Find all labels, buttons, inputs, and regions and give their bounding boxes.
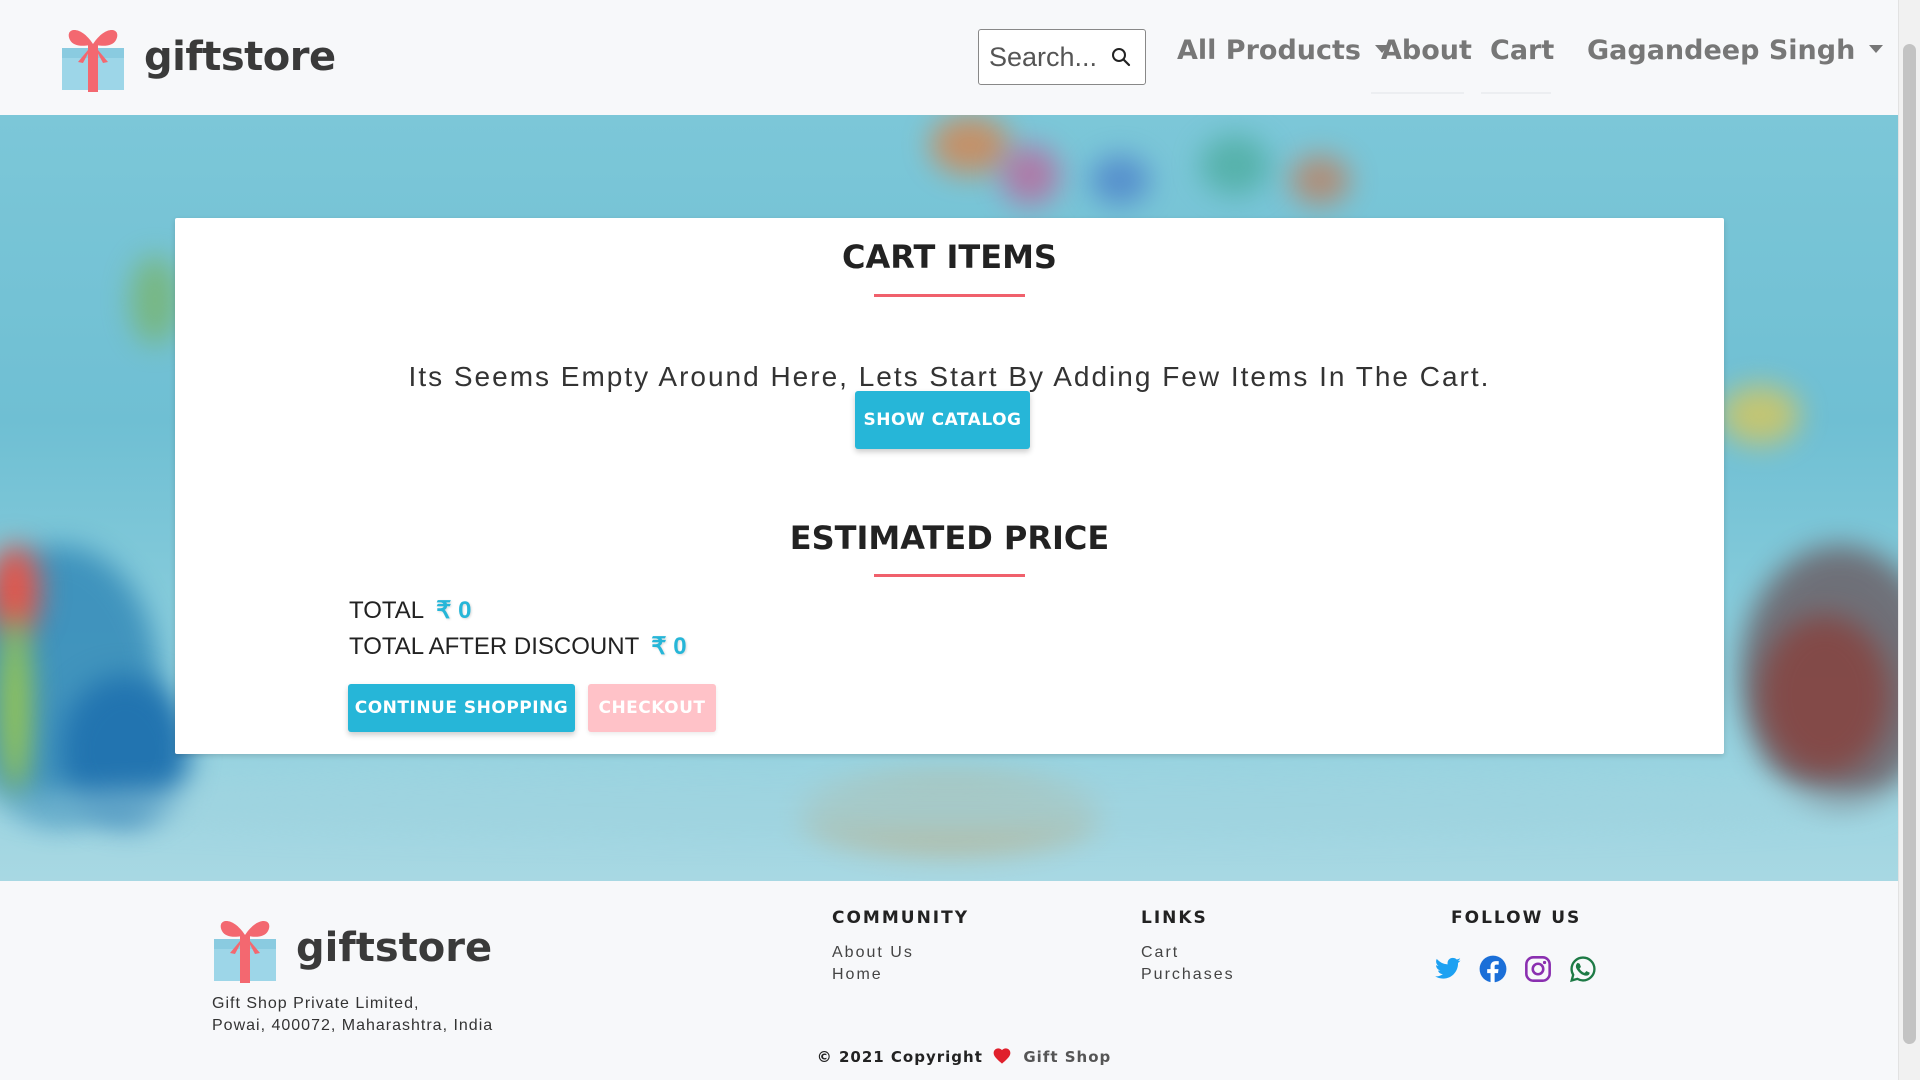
user-name: Gagandeep Singh xyxy=(1587,35,1856,66)
navbar: giftstore All Products About Cart Gagand… xyxy=(0,0,1898,115)
whatsapp-icon[interactable] xyxy=(1569,955,1597,983)
nav-user-dropdown[interactable]: Gagandeep Singh xyxy=(1587,35,1884,66)
scrollbar-thumb[interactable] xyxy=(1903,44,1916,1044)
page-scrollbar[interactable] xyxy=(1898,0,1920,1080)
copyright-text: © 2021 Copyright xyxy=(816,1048,983,1066)
total-after-discount-row: TOTAL AFTER DISCOUNT ₹ 0 xyxy=(349,632,687,661)
footer-link-about-us[interactable]: About Us xyxy=(832,944,914,962)
search-icon[interactable] xyxy=(1111,47,1131,67)
heart-icon xyxy=(993,1048,1011,1064)
gift-logo-icon xyxy=(214,921,276,983)
total-label: TOTAL xyxy=(349,596,425,624)
search-input[interactable] xyxy=(989,41,1107,73)
footer-address: Gift Shop Private Limited, Powai, 400072… xyxy=(212,993,493,1037)
empty-cart-message: Its Seems Empty Around Here, Lets Start … xyxy=(408,361,1491,392)
cart-items-title: CART ITEMS xyxy=(842,238,1057,276)
links-heading: LINKS xyxy=(1141,908,1208,928)
total-value: ₹ 0 xyxy=(436,597,472,624)
footer-link-cart[interactable]: Cart xyxy=(1141,944,1179,962)
cart-card: CART ITEMS Its Seems Empty Around Here, … xyxy=(175,218,1724,754)
nav-all-products-label: All Products xyxy=(1177,35,1361,66)
total-row: TOTAL ₹ 0 xyxy=(349,596,471,625)
checkout-button[interactable]: CHECKOUT xyxy=(588,684,716,732)
nav-about-underline xyxy=(1371,92,1464,94)
instagram-icon[interactable] xyxy=(1524,955,1552,983)
total-after-discount-label: TOTAL AFTER DISCOUNT xyxy=(349,632,640,660)
brand-link[interactable]: giftstore xyxy=(60,22,336,92)
estimated-price-title: ESTIMATED PRICE xyxy=(789,519,1110,557)
address-line-1: Gift Shop Private Limited, xyxy=(212,995,420,1012)
gift-logo-icon xyxy=(62,30,124,92)
total-after-discount-value: ₹ 0 xyxy=(651,633,687,660)
address-line-2: Powai, 400072, Maharashtra, India xyxy=(212,1017,494,1034)
footer: giftstore Gift Shop Private Limited, Pow… xyxy=(0,881,1898,1080)
show-catalog-button[interactable]: SHOW CATALOG xyxy=(855,391,1030,449)
brand-name: giftstore xyxy=(144,34,336,80)
nav-about[interactable]: About xyxy=(1381,35,1472,66)
community-heading: COMMUNITY xyxy=(832,908,970,928)
copyright-shop-name: Gift Shop xyxy=(1023,1048,1112,1066)
footer-link-purchases[interactable]: Purchases xyxy=(1141,966,1235,984)
twitter-icon[interactable] xyxy=(1434,955,1462,983)
hero-background: CART ITEMS Its Seems Empty Around Here, … xyxy=(0,115,1898,881)
nav-cart-underline xyxy=(1481,92,1551,94)
price-title-underline xyxy=(874,574,1025,577)
chevron-down-icon xyxy=(1869,44,1884,53)
continue-shopping-button[interactable]: CONTINUE SHOPPING xyxy=(348,684,575,732)
nav-all-products-dropdown[interactable]: All Products xyxy=(1177,35,1389,66)
copyright: © 2021 Copyright Gift Shop xyxy=(0,1048,1898,1066)
footer-brand-name: giftstore xyxy=(296,925,493,971)
facebook-icon[interactable] xyxy=(1479,955,1507,983)
nav-cart[interactable]: Cart xyxy=(1490,35,1554,66)
cart-title-underline xyxy=(874,294,1025,297)
footer-brand[interactable]: giftstore xyxy=(212,913,492,983)
follow-us-heading: FOLLOW US xyxy=(1451,908,1582,928)
search-box[interactable] xyxy=(978,29,1146,85)
footer-link-home[interactable]: Home xyxy=(832,966,883,984)
